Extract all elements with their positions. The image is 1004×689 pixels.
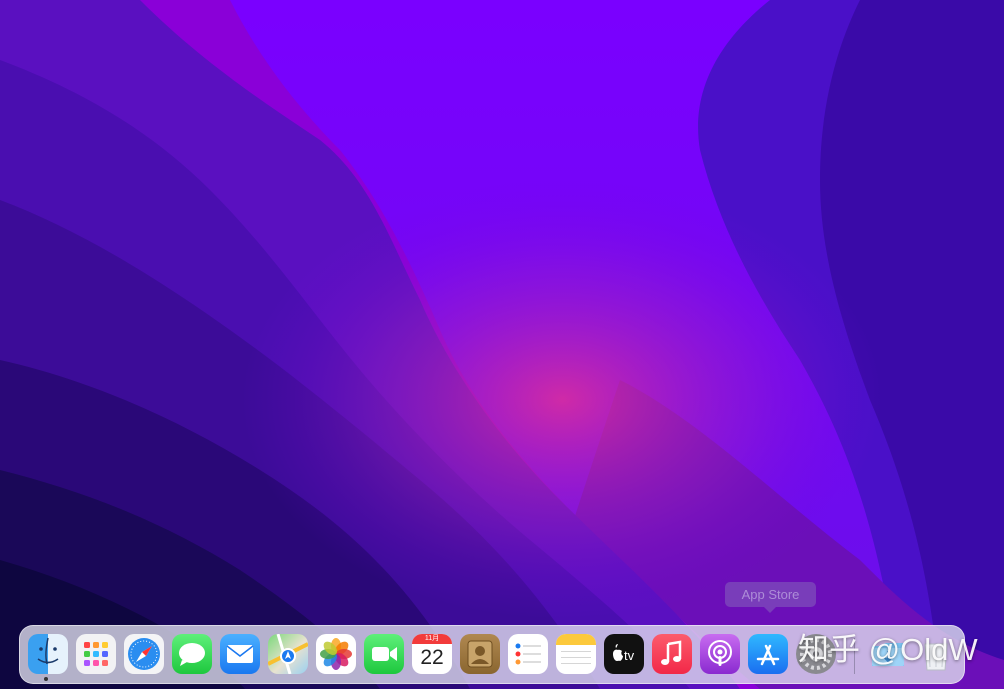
calendar-icon: 11月 22 xyxy=(412,634,452,674)
dock-item-reminders[interactable] xyxy=(508,634,548,674)
dock-item-podcasts[interactable] xyxy=(700,634,740,674)
dock-item-messages[interactable] xyxy=(172,634,212,674)
desktop-wallpaper xyxy=(0,0,1004,689)
dock-item-contacts[interactable] xyxy=(460,634,500,674)
finder-icon xyxy=(37,637,59,665)
dock-item-safari[interactable] xyxy=(124,634,164,674)
mail-icon xyxy=(226,645,254,663)
dock-item-music[interactable] xyxy=(652,634,692,674)
podcasts-icon xyxy=(708,640,732,666)
app-store-icon xyxy=(756,644,780,666)
maps-icon xyxy=(268,634,308,674)
messages-icon xyxy=(179,643,205,666)
calendar-month: 11月 xyxy=(412,634,452,644)
music-icon xyxy=(661,640,682,665)
launchpad-icon xyxy=(84,642,108,666)
dock-item-facetime[interactable] xyxy=(364,634,404,674)
dock-item-mail[interactable] xyxy=(220,634,260,674)
dock-item-maps[interactable] xyxy=(268,634,308,674)
contacts-icon xyxy=(467,640,493,668)
dock-item-calendar[interactable]: 11月 22 xyxy=(412,634,452,674)
safari-icon xyxy=(128,638,160,670)
notes-icon xyxy=(556,634,596,664)
photos-icon xyxy=(320,638,352,670)
tv-icon: tv xyxy=(613,644,635,663)
reminders-icon xyxy=(515,643,541,665)
dock-item-tv[interactable]: tv xyxy=(604,634,644,674)
dock-item-launchpad[interactable] xyxy=(76,634,116,674)
dock-item-notes[interactable] xyxy=(556,634,596,674)
tv-label: tv xyxy=(624,648,635,663)
dock-item-photos[interactable] xyxy=(316,634,356,674)
watermark: 知乎 @OldW xyxy=(798,632,978,667)
calendar-day: 22 xyxy=(420,646,444,669)
finder-running-indicator xyxy=(44,677,48,681)
dock-tooltip: App Store xyxy=(725,582,816,613)
dock-item-app-store[interactable] xyxy=(748,634,788,674)
dock-item-finder[interactable] xyxy=(28,634,68,674)
facetime-icon xyxy=(372,647,397,661)
